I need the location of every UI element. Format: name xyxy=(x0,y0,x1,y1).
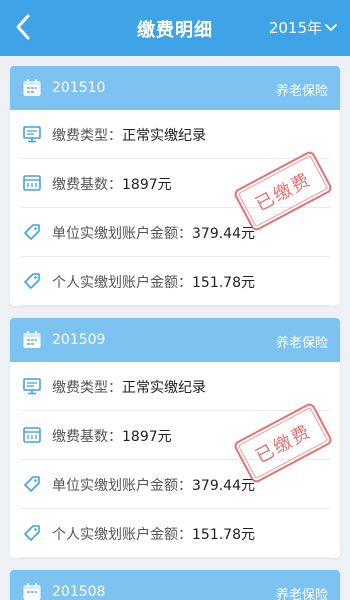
base-label: 缴费基数： xyxy=(52,429,122,445)
base-label: 缴费基数： xyxy=(52,177,122,193)
record-period: 201508 xyxy=(52,584,106,600)
record-header: 201510 养老保险 xyxy=(10,66,340,110)
monitor-icon xyxy=(23,126,41,143)
calendar-icon xyxy=(23,331,41,348)
monitor-icon xyxy=(23,378,41,395)
record-header: 201509 养老保险 xyxy=(10,318,340,362)
unit-amount-label: 单位实缴划账户金额： xyxy=(52,226,192,242)
payment-record-card: 201509 养老保险 缴费类型：正常实缴纪录 缴费基数：1897元 单位实缴划… xyxy=(10,318,340,558)
table-icon xyxy=(23,175,41,191)
personal-amount-value: 151.78元 xyxy=(192,275,255,291)
fee-type-row: 缴费类型：正常实缴纪录 xyxy=(20,110,330,159)
unit-amount-value: 379.44元 xyxy=(192,226,255,242)
chevron-down-icon xyxy=(325,23,337,31)
base-value: 1897元 xyxy=(122,429,172,445)
year-label: 2015年 xyxy=(268,19,322,37)
record-header: 201508 养老保险 xyxy=(10,570,340,600)
insurance-type: 养老保险 xyxy=(275,84,328,99)
tag-icon xyxy=(24,525,40,541)
fee-type-label: 缴费类型： xyxy=(52,128,122,144)
tag-icon xyxy=(24,273,40,289)
personal-amount-row: 个人实缴划账户金额：151.78元 xyxy=(20,257,330,306)
fee-type-value: 正常实缴纪录 xyxy=(122,128,206,144)
insurance-type: 养老保险 xyxy=(275,336,328,351)
payment-list[interactable]: 201510 养老保险 缴费类型：正常实缴纪录 缴费基数：1897元 单位实缴划… xyxy=(0,56,350,600)
personal-amount-value: 151.78元 xyxy=(192,527,255,543)
personal-amount-row: 个人实缴划账户金额：151.78元 xyxy=(20,509,330,558)
record-period: 201510 xyxy=(52,80,106,96)
calendar-icon xyxy=(23,583,41,600)
record-period: 201509 xyxy=(52,332,106,348)
fee-type-label: 缴费类型： xyxy=(52,380,122,396)
personal-amount-label: 个人实缴划账户金额： xyxy=(52,275,192,291)
tag-icon xyxy=(24,224,40,240)
personal-amount-label: 个人实缴划账户金额： xyxy=(52,527,192,543)
payment-record-card: 201508 养老保险 xyxy=(10,570,340,600)
fee-type-value: 正常实缴纪录 xyxy=(122,380,206,396)
table-icon xyxy=(23,427,41,443)
top-bar: 缴费明细 2015年 xyxy=(0,0,350,56)
unit-amount-label: 单位实缴划账户金额： xyxy=(52,478,192,494)
year-selector[interactable]: 2015年 xyxy=(269,17,338,38)
base-value: 1897元 xyxy=(122,177,172,193)
calendar-icon xyxy=(23,79,41,96)
fee-type-row: 缴费类型：正常实缴纪录 xyxy=(20,362,330,411)
insurance-type: 养老保险 xyxy=(275,588,328,600)
tag-icon xyxy=(24,476,40,492)
unit-amount-value: 379.44元 xyxy=(192,478,255,494)
payment-record-card: 201510 养老保险 缴费类型：正常实缴纪录 缴费基数：1897元 单位实缴划… xyxy=(10,66,340,306)
